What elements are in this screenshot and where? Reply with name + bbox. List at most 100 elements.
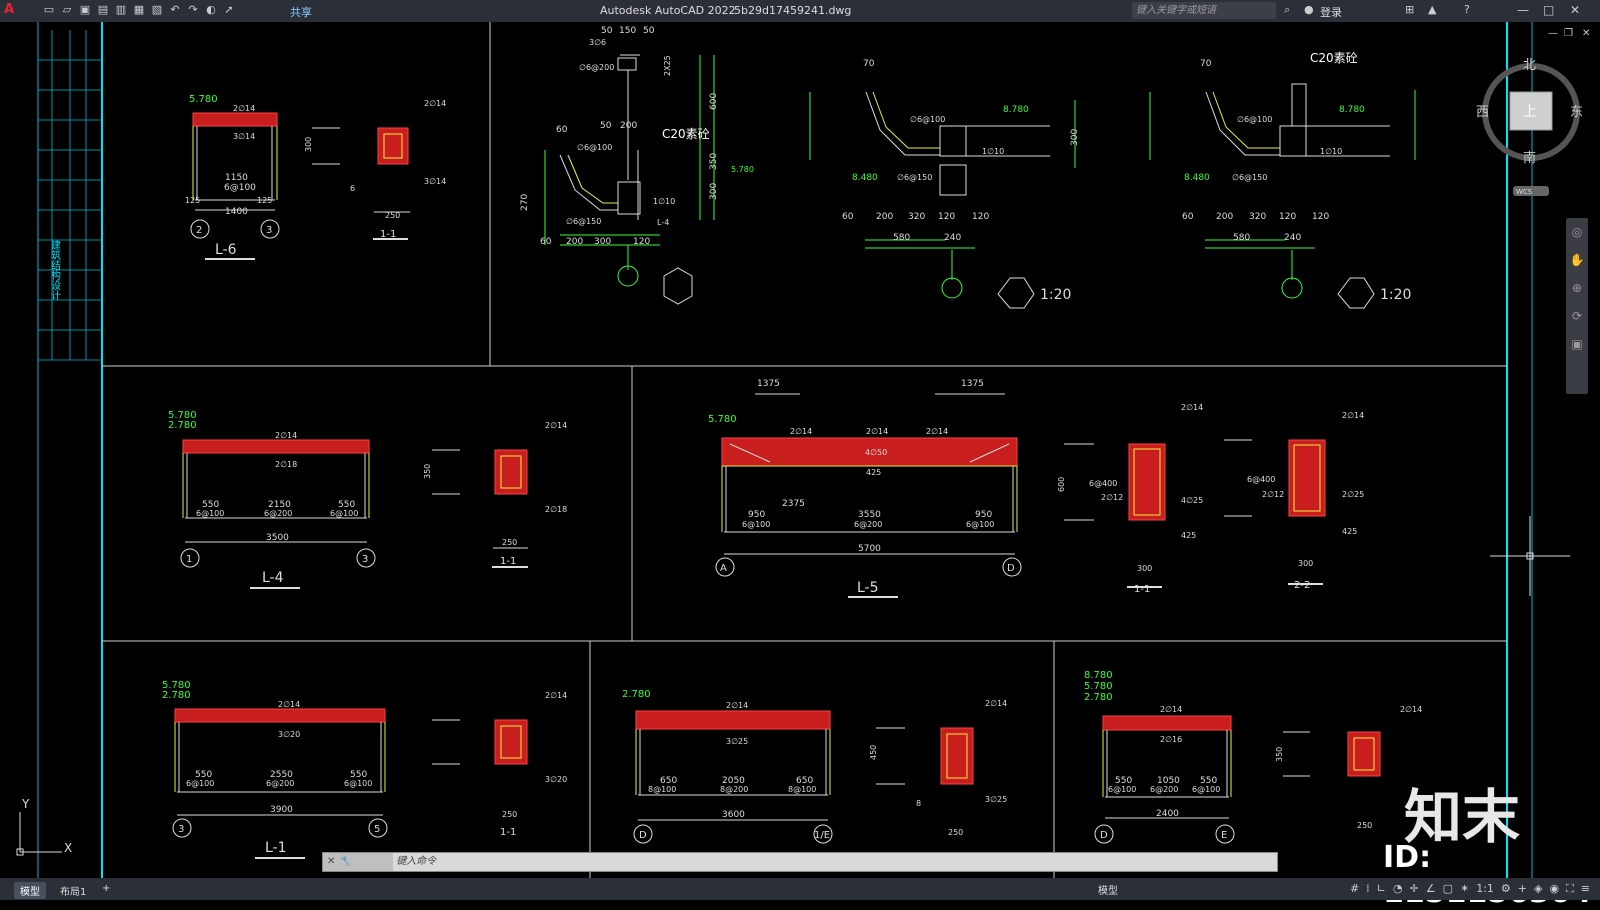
user-icon[interactable]: ● [1304, 3, 1314, 16]
customize-icon[interactable]: 🔧 [339, 856, 351, 867]
l3-elev1: 8.780 [1084, 670, 1113, 681]
l5-d1: 1375 [757, 379, 780, 389]
title-block-text: 建筑结构设计 [49, 239, 61, 301]
l1-sec-bot: 3∅20 [545, 775, 567, 784]
settings-gear-icon[interactable]: ⚙ [1501, 882, 1511, 896]
autocad-logo-icon[interactable]: A [4, 2, 14, 17]
showmotion-icon[interactable]: ▣ [1566, 330, 1588, 358]
gutter1-s100: ∅6@100 [577, 143, 612, 152]
command-line[interactable]: ✕ 🔧 键入命令 [322, 852, 1278, 872]
plus-icon[interactable]: + [1518, 882, 1527, 896]
workspace-icon[interactable]: ◐ [204, 3, 218, 17]
viewcube-top[interactable]: 上 [1523, 104, 1537, 120]
l2-grid1: D [639, 830, 647, 841]
tab-layout1[interactable]: 布局1 [54, 882, 92, 899]
hardware-icon[interactable]: ◉ [1549, 882, 1559, 896]
l3-st2: 6@200 [1150, 785, 1178, 794]
gutter2-d120a: 120 [938, 212, 955, 222]
l2-elev: 2.780 [622, 689, 651, 700]
viewcube-north[interactable]: 北 [1523, 58, 1536, 73]
viewcube[interactable] [1482, 63, 1580, 196]
snap-icon[interactable]: ⁞ [1366, 882, 1370, 896]
ortho-icon[interactable]: ∟ [1377, 882, 1386, 896]
viewcube-wcs[interactable]: WCS [1516, 188, 1533, 196]
publish-icon[interactable]: ▥ [114, 3, 128, 17]
drawing-canvas[interactable]: 建筑结构设计 5.780 2∅14 3∅14 1150 6@100 125 12… [0, 22, 1600, 878]
tab-model[interactable]: 模型 [14, 882, 46, 899]
orbit-icon[interactable]: ⟳ [1566, 302, 1588, 330]
zoom-icon[interactable]: ⊕ [1566, 274, 1588, 302]
annotation-scale[interactable]: 1:1 [1476, 882, 1494, 896]
pan-icon[interactable]: ✋ [1566, 246, 1588, 274]
l1-st2: 6@200 [266, 779, 294, 788]
l1-span: 3900 [270, 805, 293, 815]
steering-wheel-icon[interactable]: ◎ [1566, 218, 1588, 246]
undo-icon[interactable]: ↶ [168, 3, 182, 17]
gutter1-concrete-label: C20素砼 [662, 127, 710, 141]
command-controls[interactable]: ✕ 🔧 [323, 853, 393, 871]
l3-grid1: D [1100, 830, 1108, 841]
new-file-icon[interactable]: ▭ [42, 3, 56, 17]
viewport-minimize-icon[interactable]: — [1548, 28, 1558, 39]
l2-sec-w: 250 [948, 828, 963, 837]
file-name: 5b29d17459241.dwg [734, 4, 852, 17]
annotation-icon[interactable]: ✶ [1460, 882, 1469, 896]
gutter3-scale: 1:20 [1380, 287, 1411, 303]
viewcube-south[interactable]: 南 [1523, 150, 1536, 166]
viewcube-east[interactable]: 东 [1570, 105, 1583, 120]
gutter2-d120b: 120 [972, 212, 989, 222]
login-button[interactable]: 登录 [1320, 4, 1342, 20]
beam-l5-detail [715, 393, 1326, 598]
gutter3-bar: 1∅10 [1320, 147, 1342, 156]
gutter2-s100: ∅6@100 [910, 115, 945, 124]
gutter1-top-dim2: 150 [619, 26, 636, 36]
l6-section-label: 1-1 [380, 229, 396, 240]
l5-sec1-label: 1-1 [1134, 584, 1150, 595]
model-space-button[interactable]: 模型 [1098, 882, 1118, 897]
lineweight-icon[interactable]: ▢ [1443, 882, 1453, 896]
l5-st2: 6@200 [854, 520, 882, 529]
fullscreen-icon[interactable]: ⛶ [1566, 882, 1574, 896]
help-icon[interactable]: ? [1464, 3, 1470, 16]
close-icon[interactable]: ✕ [1570, 3, 1580, 17]
l5-grid2: D [1007, 563, 1015, 574]
isolate-icon[interactable]: ◈ [1534, 882, 1542, 896]
l5-st1: 6@100 [742, 520, 770, 529]
l4-sec-h: 350 [423, 464, 432, 479]
l4-sec-bot: 2∅18 [545, 505, 567, 514]
command-input[interactable]: 键入命令 [396, 856, 436, 867]
otrack-icon[interactable]: ∠ [1426, 882, 1436, 896]
help-apps-icon[interactable]: ▲ [1428, 3, 1436, 16]
cart-icon[interactable]: ⊞ [1405, 3, 1414, 16]
close-command-icon[interactable]: ✕ [323, 856, 335, 867]
save-icon[interactable]: ▣ [78, 3, 92, 17]
l5-s3: 950 [975, 510, 992, 520]
tab-add[interactable]: + [96, 882, 116, 895]
l6-section-stirrup: 6 [350, 184, 355, 193]
open-file-icon[interactable]: ▱ [60, 3, 74, 17]
minimize-icon[interactable]: — [1517, 3, 1529, 17]
search-icon[interactable]: ⌕ [1284, 3, 1290, 17]
menu-icon[interactable]: ≡ [1581, 882, 1590, 896]
plot-preview-icon[interactable]: ▦ [132, 3, 146, 17]
maximize-icon[interactable]: □ [1543, 3, 1554, 17]
gutter1-dim300: 300 [709, 183, 719, 200]
l1-sec-label: 1-1 [500, 827, 516, 838]
polar-icon[interactable]: ◔ [1393, 882, 1403, 896]
gutter3-dim70: 70 [1200, 59, 1212, 69]
l6-title: L-6 [215, 242, 237, 258]
grid-icon[interactable]: # [1350, 882, 1359, 896]
redo-icon[interactable]: ↷ [186, 3, 200, 17]
viewport-restore-icon[interactable]: ❐ [1564, 28, 1573, 39]
share-button[interactable]: 共享 [290, 4, 312, 20]
viewcube-west[interactable]: 西 [1476, 105, 1489, 120]
share-icon[interactable]: ➚ [222, 3, 236, 17]
viewport-close-icon[interactable]: ✕ [1582, 28, 1590, 39]
print-icon[interactable]: ▧ [150, 3, 164, 17]
search-input[interactable]: 键入关键字或短语 [1132, 2, 1276, 19]
gutter2-d240: 240 [944, 233, 961, 243]
osnap-icon[interactable]: ✛ [1409, 882, 1418, 896]
save-as-icon[interactable]: ▤ [96, 3, 110, 17]
gutter1-dim-270: 270 [520, 194, 530, 211]
gutter1-dim-60: 60 [556, 125, 568, 135]
